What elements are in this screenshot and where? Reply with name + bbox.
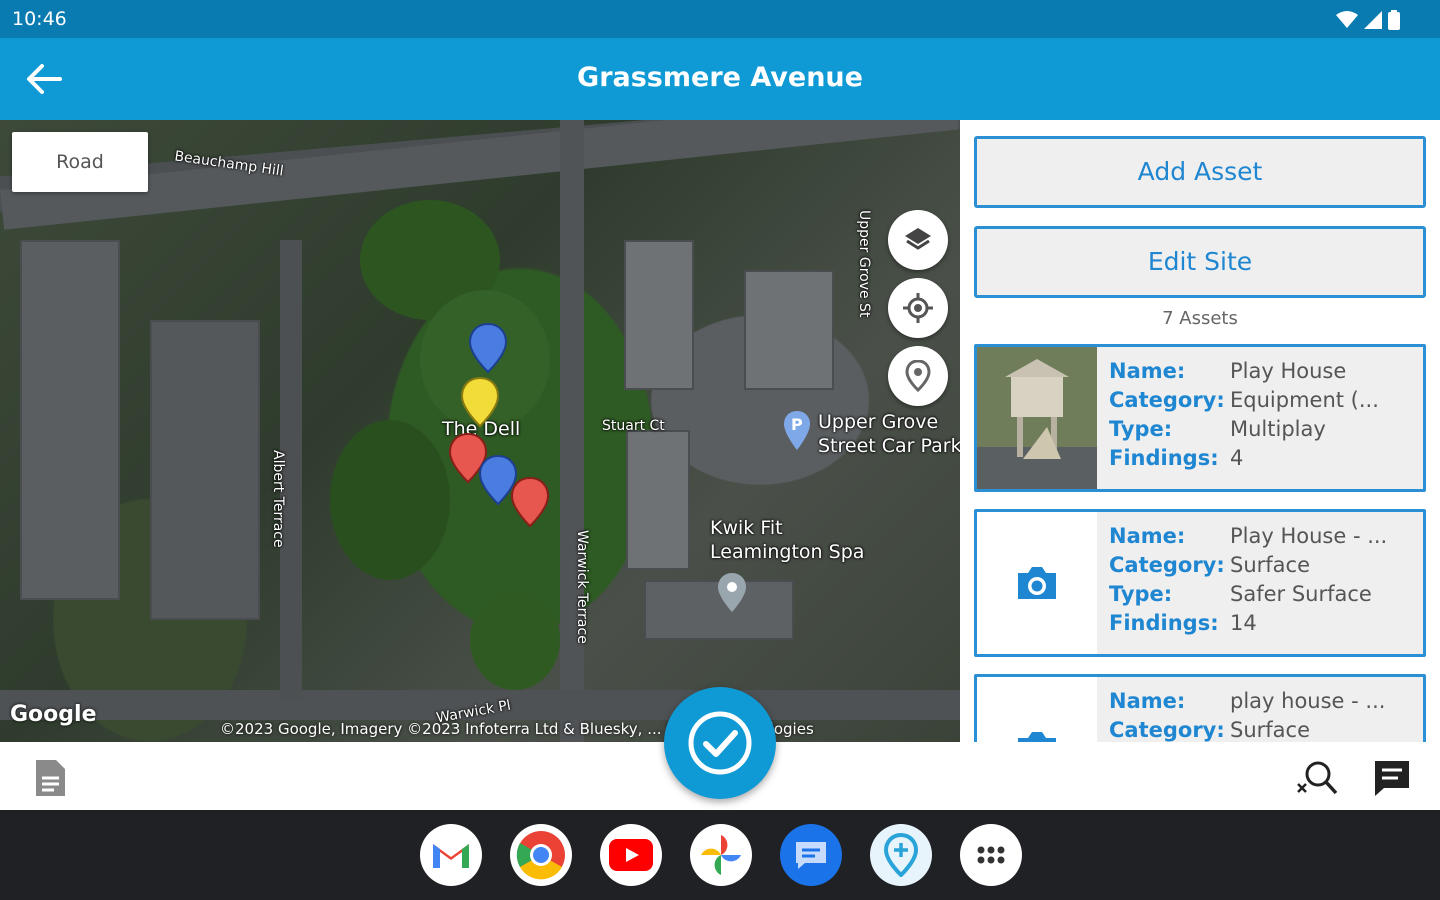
asset-category: Surface xyxy=(1230,718,1311,742)
asset-fields: Name: Play House - ... Category: Surface T… xyxy=(1109,524,1419,640)
asset-marker-blue[interactable] xyxy=(468,322,508,374)
asset-type: Multiplay xyxy=(1230,417,1326,441)
maps-marker-app-icon[interactable] xyxy=(870,824,932,886)
youtube-icon[interactable] xyxy=(600,824,662,886)
asset-marker-red[interactable] xyxy=(510,476,550,528)
gmail-icon[interactable] xyxy=(420,824,482,886)
asset-fields: Name: Play House Category: Equipment (... … xyxy=(1109,359,1419,475)
chrome-icon[interactable] xyxy=(510,824,572,886)
map-label-stuart-ct: Stuart Ct xyxy=(602,418,665,434)
asset-name: play house - ... xyxy=(1230,689,1386,713)
asset-name: Play House xyxy=(1230,359,1347,383)
map-road xyxy=(560,120,584,742)
status-bar: 10:46 xyxy=(0,0,1440,38)
system-dock xyxy=(0,810,1440,900)
asset-thumbnail xyxy=(977,512,1097,654)
name-label: Name: xyxy=(1109,689,1186,713)
status-icons xyxy=(1336,10,1400,30)
map-building xyxy=(150,320,260,620)
parking-icon: P xyxy=(784,411,810,450)
category-label: Category: xyxy=(1109,388,1225,412)
asset-findings: 14 xyxy=(1230,611,1257,635)
camera-icon xyxy=(1018,567,1056,599)
add-marker-button[interactable] xyxy=(888,346,948,406)
my-location-button[interactable] xyxy=(888,278,948,338)
type-label: Type: xyxy=(1109,582,1173,606)
search-clear-icon[interactable] xyxy=(1294,758,1338,798)
wifi-icon xyxy=(1336,11,1358,28)
document-icon[interactable] xyxy=(32,758,68,798)
findings-label: Findings: xyxy=(1109,446,1219,470)
asset-thumbnail xyxy=(977,677,1097,742)
satellite-map[interactable]: Road Beauchamp Hill Upper Grove St The D… xyxy=(0,120,960,742)
map-label-car-park: Upper Grove Street Car Park xyxy=(818,411,960,457)
signal-icon xyxy=(1364,11,1382,29)
map-tree xyxy=(330,420,450,580)
map-type-button[interactable]: Road xyxy=(12,132,148,192)
map-building xyxy=(626,430,690,570)
comment-icon[interactable] xyxy=(1372,758,1412,798)
map-tree xyxy=(470,590,560,690)
layers-icon xyxy=(905,228,931,250)
category-label: Category: xyxy=(1109,553,1225,577)
map-label-kwik-fit: Kwik Fit Leamington Spa xyxy=(710,517,865,563)
google-logo: Google xyxy=(10,702,97,727)
app-drawer-icon[interactable] xyxy=(960,824,1022,886)
asset-thumbnail xyxy=(977,347,1097,489)
check-circle-icon xyxy=(688,711,752,775)
place-marker-icon xyxy=(718,573,746,612)
map-building xyxy=(20,240,120,600)
asset-category: Surface xyxy=(1230,553,1311,577)
asset-count: 7 Assets xyxy=(1162,308,1238,329)
name-label: Name: xyxy=(1109,524,1186,548)
asset-panel: Add Asset Edit Site 7 Assets Name: Play H… xyxy=(960,120,1440,742)
svg-text:P: P xyxy=(791,415,803,434)
camera-icon xyxy=(1018,732,1056,742)
map-building xyxy=(744,270,834,390)
my-location-icon xyxy=(903,293,933,323)
findings-label: Findings: xyxy=(1109,611,1219,635)
add-marker-icon xyxy=(905,360,931,392)
map-label-warwick-terrace: Warwick Terrace xyxy=(574,530,590,644)
asset-category: Equipment (... xyxy=(1230,388,1379,412)
edit-site-button[interactable]: Edit Site xyxy=(974,226,1426,298)
asset-name: Play House - ... xyxy=(1230,524,1388,548)
name-label: Name: xyxy=(1109,359,1186,383)
status-time: 10:46 xyxy=(12,8,67,30)
layers-button[interactable] xyxy=(888,210,948,270)
asset-card[interactable]: Name: Play House Category: Equipment (... … xyxy=(974,344,1426,492)
map-label-albert-terrace: Albert Terrace xyxy=(270,450,286,548)
asset-fields: Name: play house - ... Category: Surface xyxy=(1109,689,1419,742)
category-label: Category: xyxy=(1109,718,1225,742)
type-label: Type: xyxy=(1109,417,1173,441)
page-title: Grassmere Avenue xyxy=(577,62,863,93)
map-label-upper-grove-st: Upper Grove St xyxy=(856,210,872,318)
asset-findings: 4 xyxy=(1230,446,1244,470)
photos-icon[interactable] xyxy=(690,824,752,886)
confirm-fab-button[interactable] xyxy=(664,687,776,799)
asset-type: Safer Surface xyxy=(1230,582,1372,606)
asset-marker-yellow[interactable] xyxy=(460,376,500,428)
play-house-photo xyxy=(977,347,1097,489)
map-building xyxy=(624,240,694,390)
app-bar: Grassmere Avenue xyxy=(0,38,1440,120)
add-asset-button[interactable]: Add Asset xyxy=(974,136,1426,208)
asset-card[interactable]: Name: play house - ... Category: Surface xyxy=(974,674,1426,742)
messages-icon[interactable] xyxy=(780,824,842,886)
battery-icon xyxy=(1388,10,1400,30)
asset-card[interactable]: Name: Play House - ... Category: Surface T… xyxy=(974,509,1426,657)
